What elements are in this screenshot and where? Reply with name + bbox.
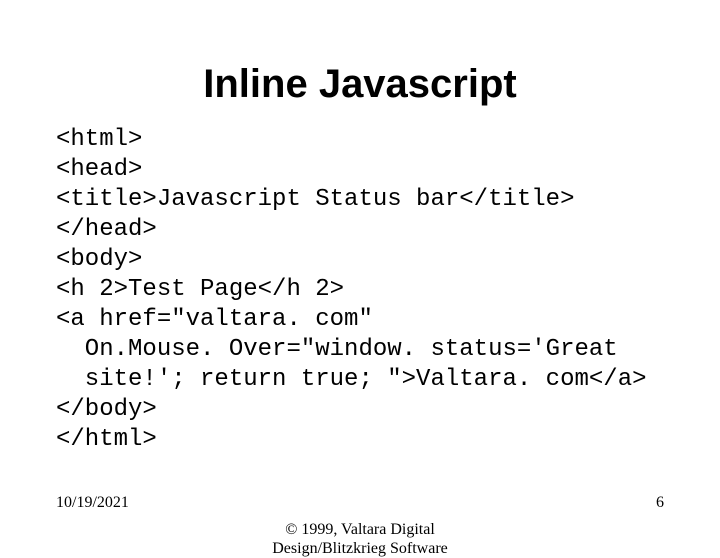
code-line: </body> xyxy=(56,396,157,423)
code-line: <h 2>Test Page</h 2> xyxy=(56,276,344,303)
slide: Inline Javascript <html> <head> <title>J… xyxy=(0,0,720,540)
footer-date: 10/19/2021 xyxy=(56,494,129,512)
footer-copyright: © 1999, Valtara Digital Design/Blitzkrie… xyxy=(0,520,720,558)
code-line: <body> xyxy=(56,246,142,273)
code-line: </head> xyxy=(56,216,157,243)
code-line: </html> xyxy=(56,426,157,453)
code-line: <head> xyxy=(56,156,142,183)
copyright-line2: Design/Blitzkrieg Software xyxy=(272,540,448,557)
slide-title: Inline Javascript xyxy=(0,0,720,125)
code-block: <html> <head> <title>Javascript Status b… xyxy=(56,125,680,455)
footer-page-number: 6 xyxy=(656,494,664,512)
copyright-line1: © 1999, Valtara Digital xyxy=(285,521,435,538)
code-line: <html> xyxy=(56,126,142,153)
code-line: On.Mouse. Over="window. status='Great xyxy=(56,336,618,363)
code-line: <a href="valtara. com" xyxy=(56,306,373,333)
code-line: site!'; return true; ">Valtara. com</a> xyxy=(56,366,647,393)
code-line: <title>Javascript Status bar</title> xyxy=(56,186,574,213)
